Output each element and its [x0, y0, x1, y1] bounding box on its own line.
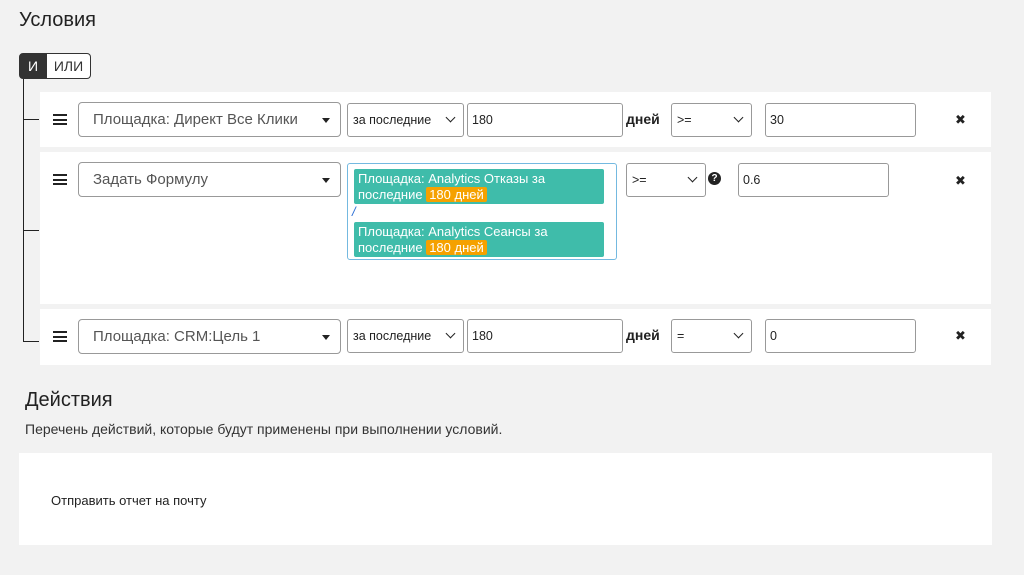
drag-handle-icon[interactable]: [53, 331, 67, 342]
drag-handle-icon[interactable]: [53, 114, 67, 125]
chevron-down-icon: [445, 112, 456, 123]
remove-condition-icon[interactable]: ✖: [955, 112, 966, 128]
period-select-value: за последние: [353, 113, 432, 127]
formula-metric-chip[interactable]: Площадка: Analytics Отказы за последние …: [354, 169, 604, 204]
formula-divider: /: [352, 204, 356, 219]
actions-description: Перечень действий, которые будут примене…: [25, 421, 503, 437]
source-select-value: Задать Формулу: [93, 171, 209, 188]
actions-title: Действия: [25, 389, 113, 411]
tree-line-branch: [23, 119, 39, 120]
operator-select-value: =: [677, 329, 685, 343]
caret-down-icon: [322, 118, 330, 123]
days-label: дней: [626, 111, 660, 127]
remove-condition-icon[interactable]: ✖: [955, 173, 966, 189]
chevron-down-icon: [733, 328, 744, 339]
operator-select[interactable]: >=: [671, 103, 752, 137]
tree-line-branch: [23, 341, 39, 342]
operator-select-value: >=: [632, 173, 647, 187]
formula-editor[interactable]: Площадка: Analytics Отказы за последние …: [347, 163, 617, 260]
source-select[interactable]: Площадка: CRM:Цель 1: [78, 319, 341, 354]
formula-metric-chip[interactable]: Площадка: Analytics Сеансы за последние …: [354, 222, 604, 257]
source-select[interactable]: Площадка: Директ Все Клики: [78, 102, 341, 137]
threshold-input[interactable]: 0.6: [738, 163, 889, 197]
help-icon[interactable]: ?: [708, 172, 721, 185]
action-item[interactable]: Отправить отчет на почту: [51, 493, 207, 508]
logic-or-button[interactable]: ИЛИ: [47, 53, 91, 79]
tree-line-branch: [23, 230, 39, 231]
chevron-down-icon: [687, 172, 698, 183]
days-label: дней: [626, 327, 660, 343]
chevron-down-icon: [445, 328, 456, 339]
days-input[interactable]: 180: [467, 103, 623, 137]
conditions-title: Условия: [19, 9, 97, 31]
actions-list: Отправить отчет на почту: [19, 453, 992, 545]
remove-condition-icon[interactable]: ✖: [955, 328, 966, 344]
drag-handle-icon[interactable]: [53, 174, 67, 185]
operator-select-value: >=: [677, 113, 692, 127]
period-badge: 180 дней: [426, 240, 487, 255]
period-badge: 180 дней: [426, 187, 487, 202]
logic-toggle: И ИЛИ: [19, 53, 91, 79]
source-select-value: Площадка: Директ Все Клики: [93, 111, 298, 128]
period-select[interactable]: за последние: [347, 319, 464, 353]
source-select-value: Площадка: CRM:Цель 1: [93, 328, 261, 345]
days-input[interactable]: 180: [467, 319, 623, 353]
logic-and-button[interactable]: И: [19, 53, 47, 79]
caret-down-icon: [322, 178, 330, 183]
chevron-down-icon: [733, 112, 744, 123]
threshold-input[interactable]: 0: [765, 319, 916, 353]
period-select-value: за последние: [353, 329, 432, 343]
source-select[interactable]: Задать Формулу: [78, 162, 341, 197]
threshold-input[interactable]: 30: [765, 103, 916, 137]
operator-select[interactable]: =: [671, 319, 752, 353]
caret-down-icon: [322, 335, 330, 340]
period-select[interactable]: за последние: [347, 103, 464, 137]
operator-select[interactable]: >=: [626, 163, 706, 197]
